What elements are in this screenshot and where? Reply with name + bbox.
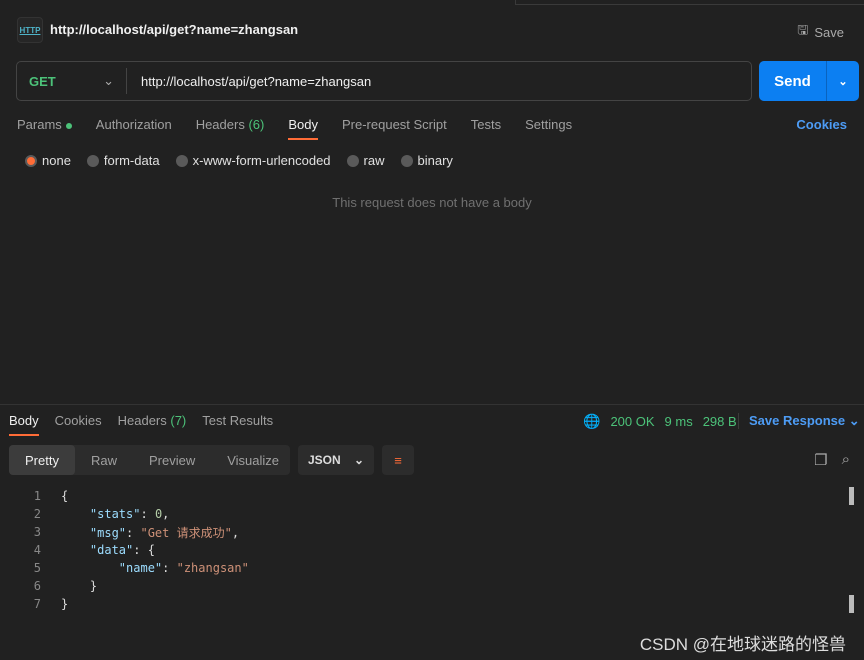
radio-icon — [86, 154, 99, 167]
response-time[interactable]: 9 ms — [665, 414, 693, 429]
tab-params[interactable]: Params — [17, 117, 72, 140]
tab-body[interactable]: Body — [288, 117, 318, 140]
send-label[interactable]: Send — [759, 61, 827, 101]
body-type-radios: none form-data x-www-form-urlencoded raw… — [25, 153, 453, 168]
save-button[interactable]: 🖫 Save — [797, 21, 844, 43]
wrap-lines-icon[interactable]: ≡ — [382, 445, 414, 475]
chevron-down-icon: ⌄ — [353, 453, 364, 467]
format-select[interactable]: JSON ⌄ — [298, 445, 374, 475]
code-line: 6 } — [0, 577, 249, 595]
request-title[interactable]: http://localhost/api/get?name=zhangsan — [50, 22, 298, 37]
status-code[interactable]: 200 OK — [610, 414, 654, 429]
save-icon: 🖫 — [797, 22, 809, 37]
code-line: 4 "data": { — [0, 541, 249, 559]
url-bar: GET ⌄ http://localhost/api/get?name=zhang… — [16, 61, 752, 101]
code-text: "name": "zhangsan" — [118, 561, 249, 575]
code-text: "msg": "Get 请求成功", — [89, 525, 240, 540]
radio-none[interactable]: none — [25, 153, 71, 168]
code-line: 2 "stats": 0, — [0, 505, 249, 523]
scrollbar-thumb[interactable] — [849, 487, 854, 505]
send-button[interactable]: Send ⌄ — [759, 61, 859, 101]
line-number: 3 — [33, 525, 41, 539]
response-tab-headers[interactable]: Headers (7) — [118, 413, 187, 436]
globe-icon[interactable]: 🌐 — [583, 413, 600, 430]
radio-icon — [400, 154, 413, 167]
pane-divider[interactable] — [0, 404, 864, 405]
copy-icon[interactable]: ❐ — [814, 451, 827, 469]
line-number: 4 — [33, 543, 41, 557]
params-indicator-dot — [65, 122, 72, 129]
cookies-link[interactable]: Cookies — [796, 117, 847, 132]
tab-authorization[interactable]: Authorization — [96, 117, 172, 140]
method-label: GET — [29, 73, 56, 89]
response-tab-cookies[interactable]: Cookies — [55, 413, 102, 436]
response-tab-body[interactable]: Body — [9, 413, 39, 436]
radio-raw[interactable]: raw — [346, 153, 385, 168]
code-line: 5 "name": "zhangsan" — [0, 559, 249, 577]
save-response-button[interactable]: Save Response ⌄ — [738, 413, 860, 429]
chevron-down-icon[interactable]: ⌄ — [827, 61, 859, 101]
empty-body-message: This request does not have a body — [332, 195, 532, 210]
tab-settings[interactable]: Settings — [525, 117, 572, 140]
scrollbar-thumb[interactable] — [849, 595, 854, 613]
response-body-editor[interactable]: 1{2 "stats": 0, 3 "msg": "Get 请求成功", 4 "da… — [0, 487, 249, 613]
chevron-down-icon: ⌄ — [848, 413, 860, 428]
view-mode-selector: Pretty Raw Preview Visualize — [9, 445, 290, 475]
headers-count: (6) — [248, 117, 265, 132]
radio-icon — [346, 154, 359, 167]
search-icon[interactable]: ⌕ — [842, 451, 850, 469]
radio-binary[interactable]: binary — [400, 153, 453, 168]
chevron-down-icon: ⌄ — [103, 73, 114, 88]
http-request-icon: HTTP — [17, 17, 43, 43]
code-text: "data": { — [89, 543, 155, 557]
radio-selected-icon — [25, 154, 37, 167]
code-text: } — [61, 597, 69, 611]
code-text: "stats": 0, — [89, 507, 170, 521]
request-tabs: Params Authorization Headers (6) Body Pr… — [17, 117, 572, 140]
line-number: 7 — [33, 597, 41, 611]
line-number: 1 — [33, 489, 41, 503]
watermark: CSDN @在地球迷路的怪兽 — [639, 635, 846, 654]
window-edge — [515, 0, 864, 5]
tab-headers[interactable]: Headers (6) — [196, 117, 265, 140]
url-input[interactable]: http://localhost/api/get?name=zhangsan — [127, 74, 371, 89]
line-number: 2 — [33, 507, 41, 521]
view-preview[interactable]: Preview — [133, 445, 211, 475]
line-number: 5 — [33, 561, 41, 575]
radio-urlencoded[interactable]: x-www-form-urlencoded — [175, 153, 331, 168]
response-tab-test-results[interactable]: Test Results — [202, 413, 273, 436]
response-tabs: Body Cookies Headers (7) Test Results — [9, 413, 273, 436]
code-text: { — [61, 489, 69, 503]
view-raw[interactable]: Raw — [75, 445, 133, 475]
save-label: Save — [814, 24, 844, 40]
code-line: 3 "msg": "Get 请求成功", — [0, 523, 249, 541]
code-line: 7} — [0, 595, 249, 613]
response-size[interactable]: 298 B — [703, 414, 737, 429]
radio-form-data[interactable]: form-data — [86, 153, 160, 168]
method-select[interactable]: GET ⌄ — [17, 68, 127, 94]
view-visualize[interactable]: Visualize — [211, 445, 295, 475]
radio-icon — [175, 154, 188, 167]
code-line: 1{ — [0, 487, 249, 505]
view-pretty[interactable]: Pretty — [9, 445, 75, 475]
line-number: 6 — [33, 579, 41, 593]
response-status: 🌐 200 OK 9 ms 298 B — [583, 413, 737, 430]
response-tools: ❐ ⌕ — [814, 451, 850, 469]
tab-tests[interactable]: Tests — [471, 117, 501, 140]
tab-pre-request-script[interactable]: Pre-request Script — [342, 117, 447, 140]
code-text: } — [61, 579, 98, 593]
